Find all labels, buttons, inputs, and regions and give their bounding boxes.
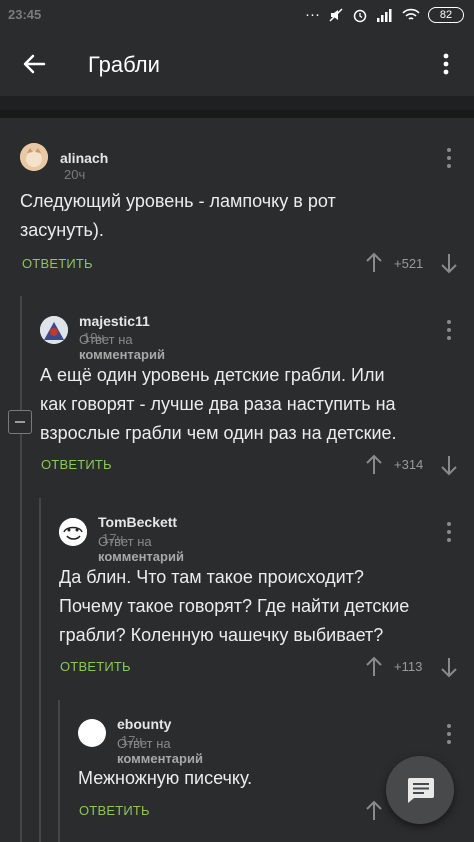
status-time: 23:45: [8, 7, 42, 22]
reply-to-label[interactable]: Ответ на комментарий: [117, 736, 203, 766]
comment-score: +521: [394, 256, 424, 271]
collapse-thread-button[interactable]: [8, 410, 32, 434]
avatar[interactable]: [59, 518, 87, 546]
avatar[interactable]: [40, 316, 68, 344]
upvote-arrow-icon[interactable]: [365, 800, 383, 822]
page-title: Грабли: [88, 52, 160, 77]
status-bar: 23:45 ··· 82: [0, 0, 474, 32]
status-icons: ··· 82: [305, 6, 464, 23]
signal-icon: [377, 8, 392, 22]
comment-body: А ещё один уровень детские грабли. Или к…: [40, 365, 397, 443]
add-comment-fab-button[interactable]: [386, 756, 454, 824]
comment-score: +113: [394, 659, 423, 674]
comment-more-icon[interactable]: [444, 722, 454, 746]
wifi-icon: [402, 8, 420, 20]
more-dots-icon: ···: [305, 6, 320, 23]
reply-button[interactable]: ОТВЕТИТЬ: [60, 659, 131, 674]
reply-button[interactable]: ОТВЕТИТЬ: [79, 803, 150, 818]
upvote-arrow-icon[interactable]: [365, 252, 383, 274]
comment-body: Межножную писечку.: [78, 768, 253, 788]
arrow-left-icon[interactable]: [20, 50, 48, 78]
comment-score: +314: [394, 457, 424, 472]
comment-body: Да блин. Что там такое происходит? Почем…: [59, 567, 410, 645]
reply-to-label[interactable]: Ответ на комментарий: [79, 332, 165, 362]
comment-time: 20ч: [64, 167, 86, 182]
upvote-arrow-icon[interactable]: [365, 454, 383, 476]
thread-line-3: [58, 700, 60, 842]
thread-branch-1: [20, 296, 22, 298]
downvote-arrow-icon[interactable]: [440, 252, 458, 274]
downvote-arrow-icon[interactable]: [440, 454, 458, 476]
comment-more-icon[interactable]: [444, 318, 454, 342]
troll-face-avatar-icon: [59, 518, 87, 546]
comment-author[interactable]: alinach 20ч: [60, 150, 108, 182]
reply-button[interactable]: ОТВЕТИТЬ: [22, 256, 93, 271]
message-icon: [408, 778, 434, 803]
thread-line-1: [20, 296, 22, 842]
alarm-icon: [353, 9, 367, 22]
reply-to-label[interactable]: Ответ на комментарий: [98, 534, 184, 564]
mute-icon: [329, 7, 343, 22]
battery-icon: 82: [428, 6, 464, 23]
reply-button[interactable]: ОТВЕТИТЬ: [41, 457, 112, 472]
avatar[interactable]: [78, 719, 106, 747]
upvote-arrow-icon[interactable]: [365, 656, 383, 678]
cat-avatar-icon: [20, 143, 48, 171]
avatar[interactable]: [20, 143, 48, 171]
comment-body: Следующий уровень - лампочку в рот засун…: [20, 191, 336, 240]
comment-more-icon[interactable]: [444, 520, 454, 544]
thread-line-2: [39, 498, 41, 842]
toolbar-divider-line: [0, 110, 474, 118]
downvote-arrow-icon[interactable]: [440, 656, 458, 678]
anime-avatar-icon: [40, 316, 68, 344]
comment-more-icon[interactable]: [444, 146, 454, 170]
more-vertical-icon[interactable]: [436, 50, 456, 78]
toolbar: Грабли: [0, 32, 474, 96]
